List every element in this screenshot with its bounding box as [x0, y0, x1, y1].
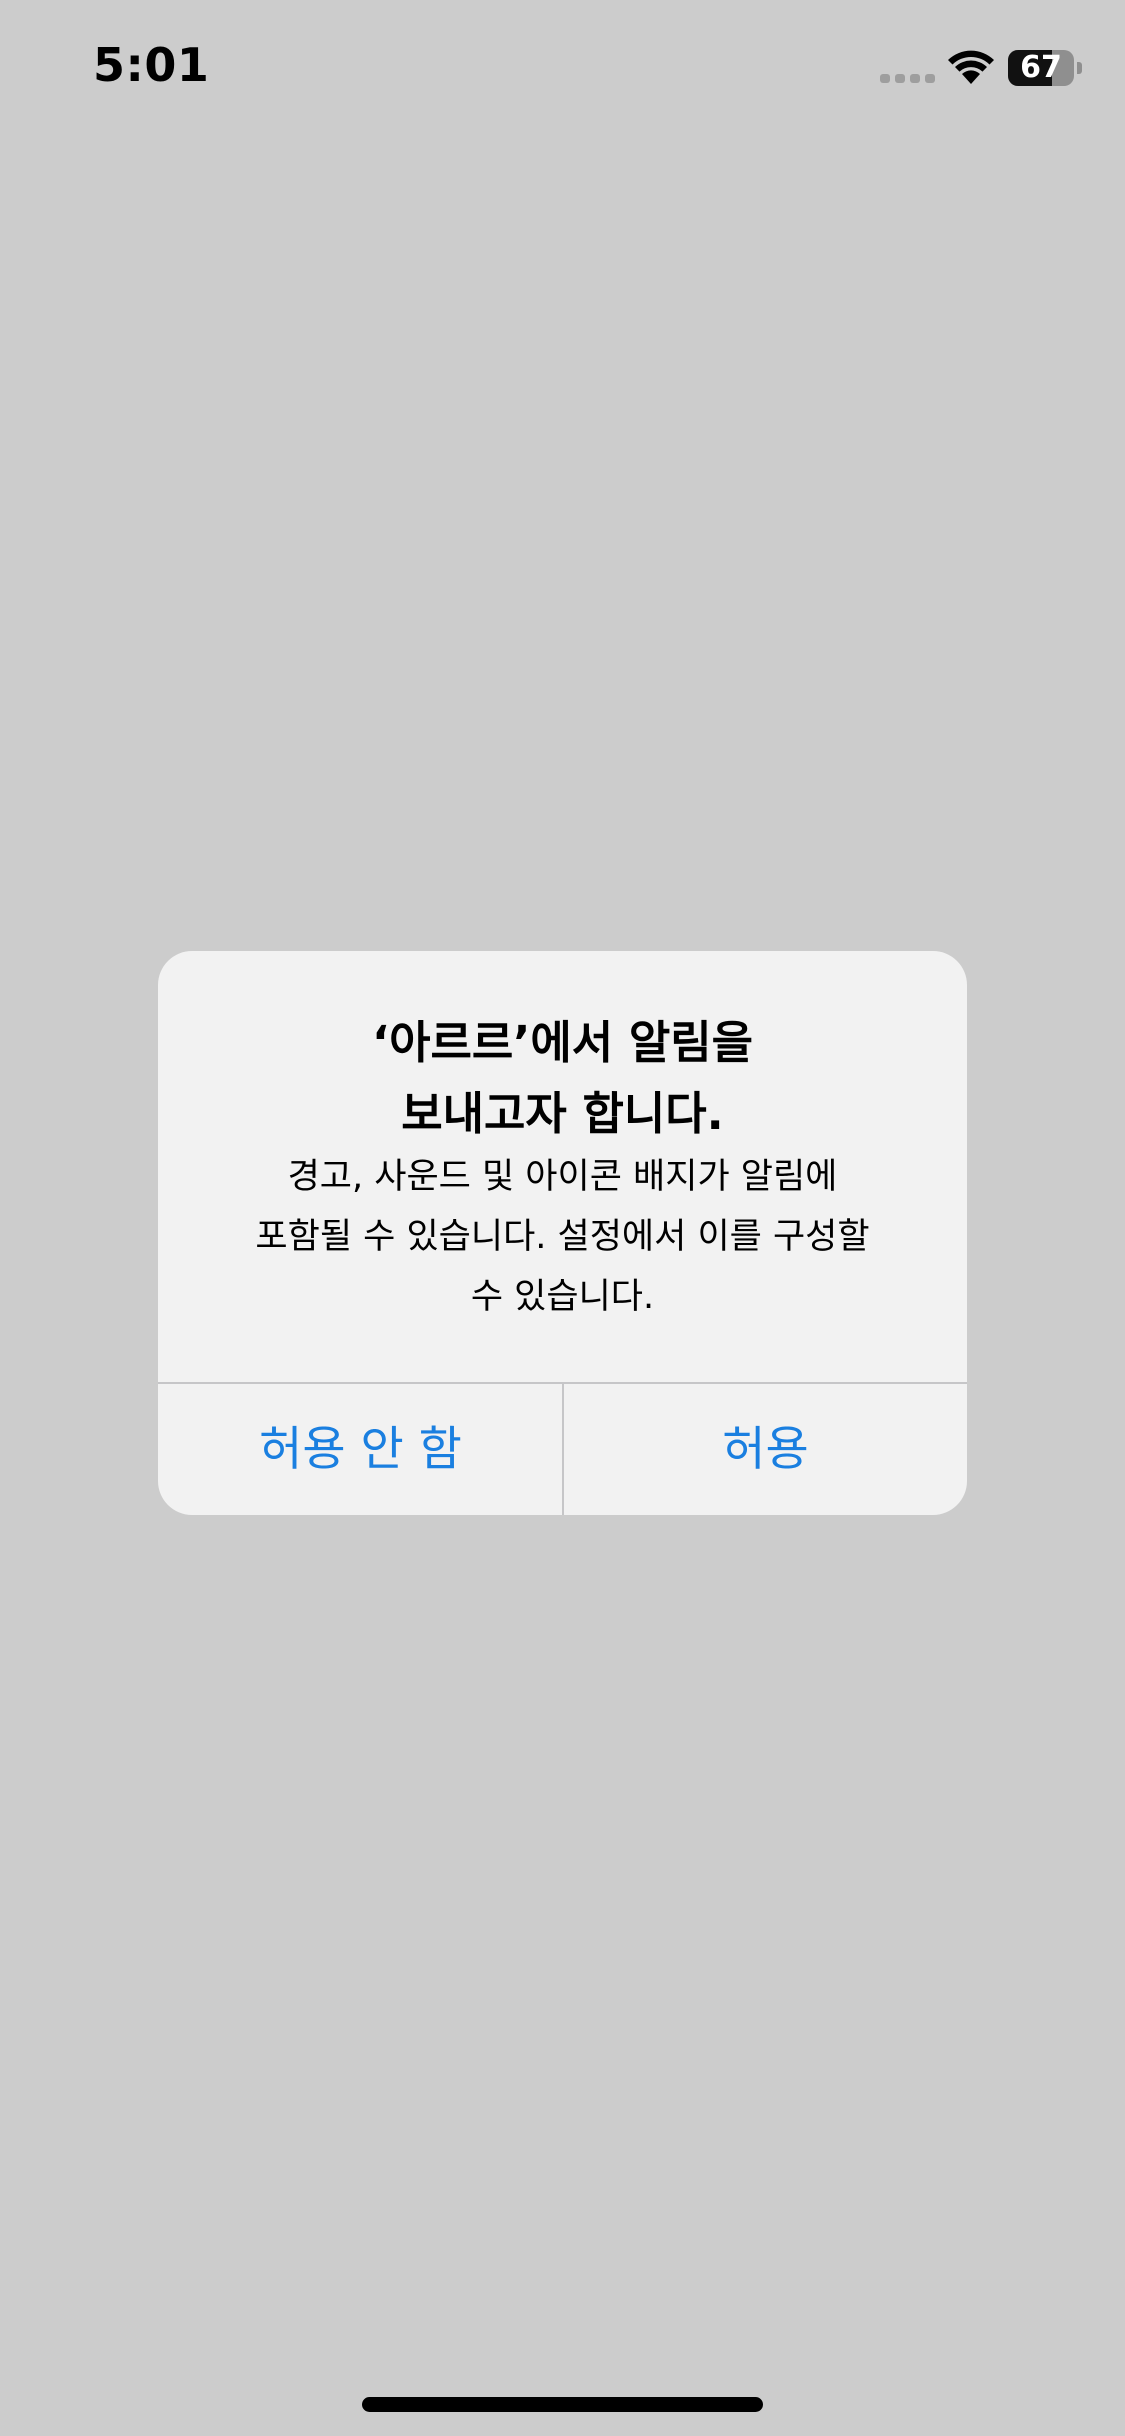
- alert-title: ‘아르르’에서 알림을 보내고자 합니다.: [371, 1016, 754, 1140]
- alert-message: 경고, 사운드 및 아이콘 배지가 알림에 포함될 수 있습니다. 설정에서 이…: [255, 1157, 870, 1317]
- status-bar: 5:01 67: [0, 0, 1125, 140]
- notification-permission-alert: ‘아르르’에서 알림을 보내고자 합니다. 경고, 사운드 및 아이콘 배지가 …: [158, 951, 967, 1515]
- battery-icon: 67: [1008, 50, 1084, 88]
- home-indicator[interactable]: [362, 2397, 763, 2412]
- allow-button[interactable]: 허용: [564, 1384, 967, 1515]
- signal-icon: [880, 74, 936, 84]
- deny-button[interactable]: 허용 안 함: [158, 1384, 563, 1515]
- wifi-icon: [946, 48, 996, 86]
- status-time: 5:01: [93, 38, 210, 92]
- battery-level: 67: [1020, 50, 1062, 85]
